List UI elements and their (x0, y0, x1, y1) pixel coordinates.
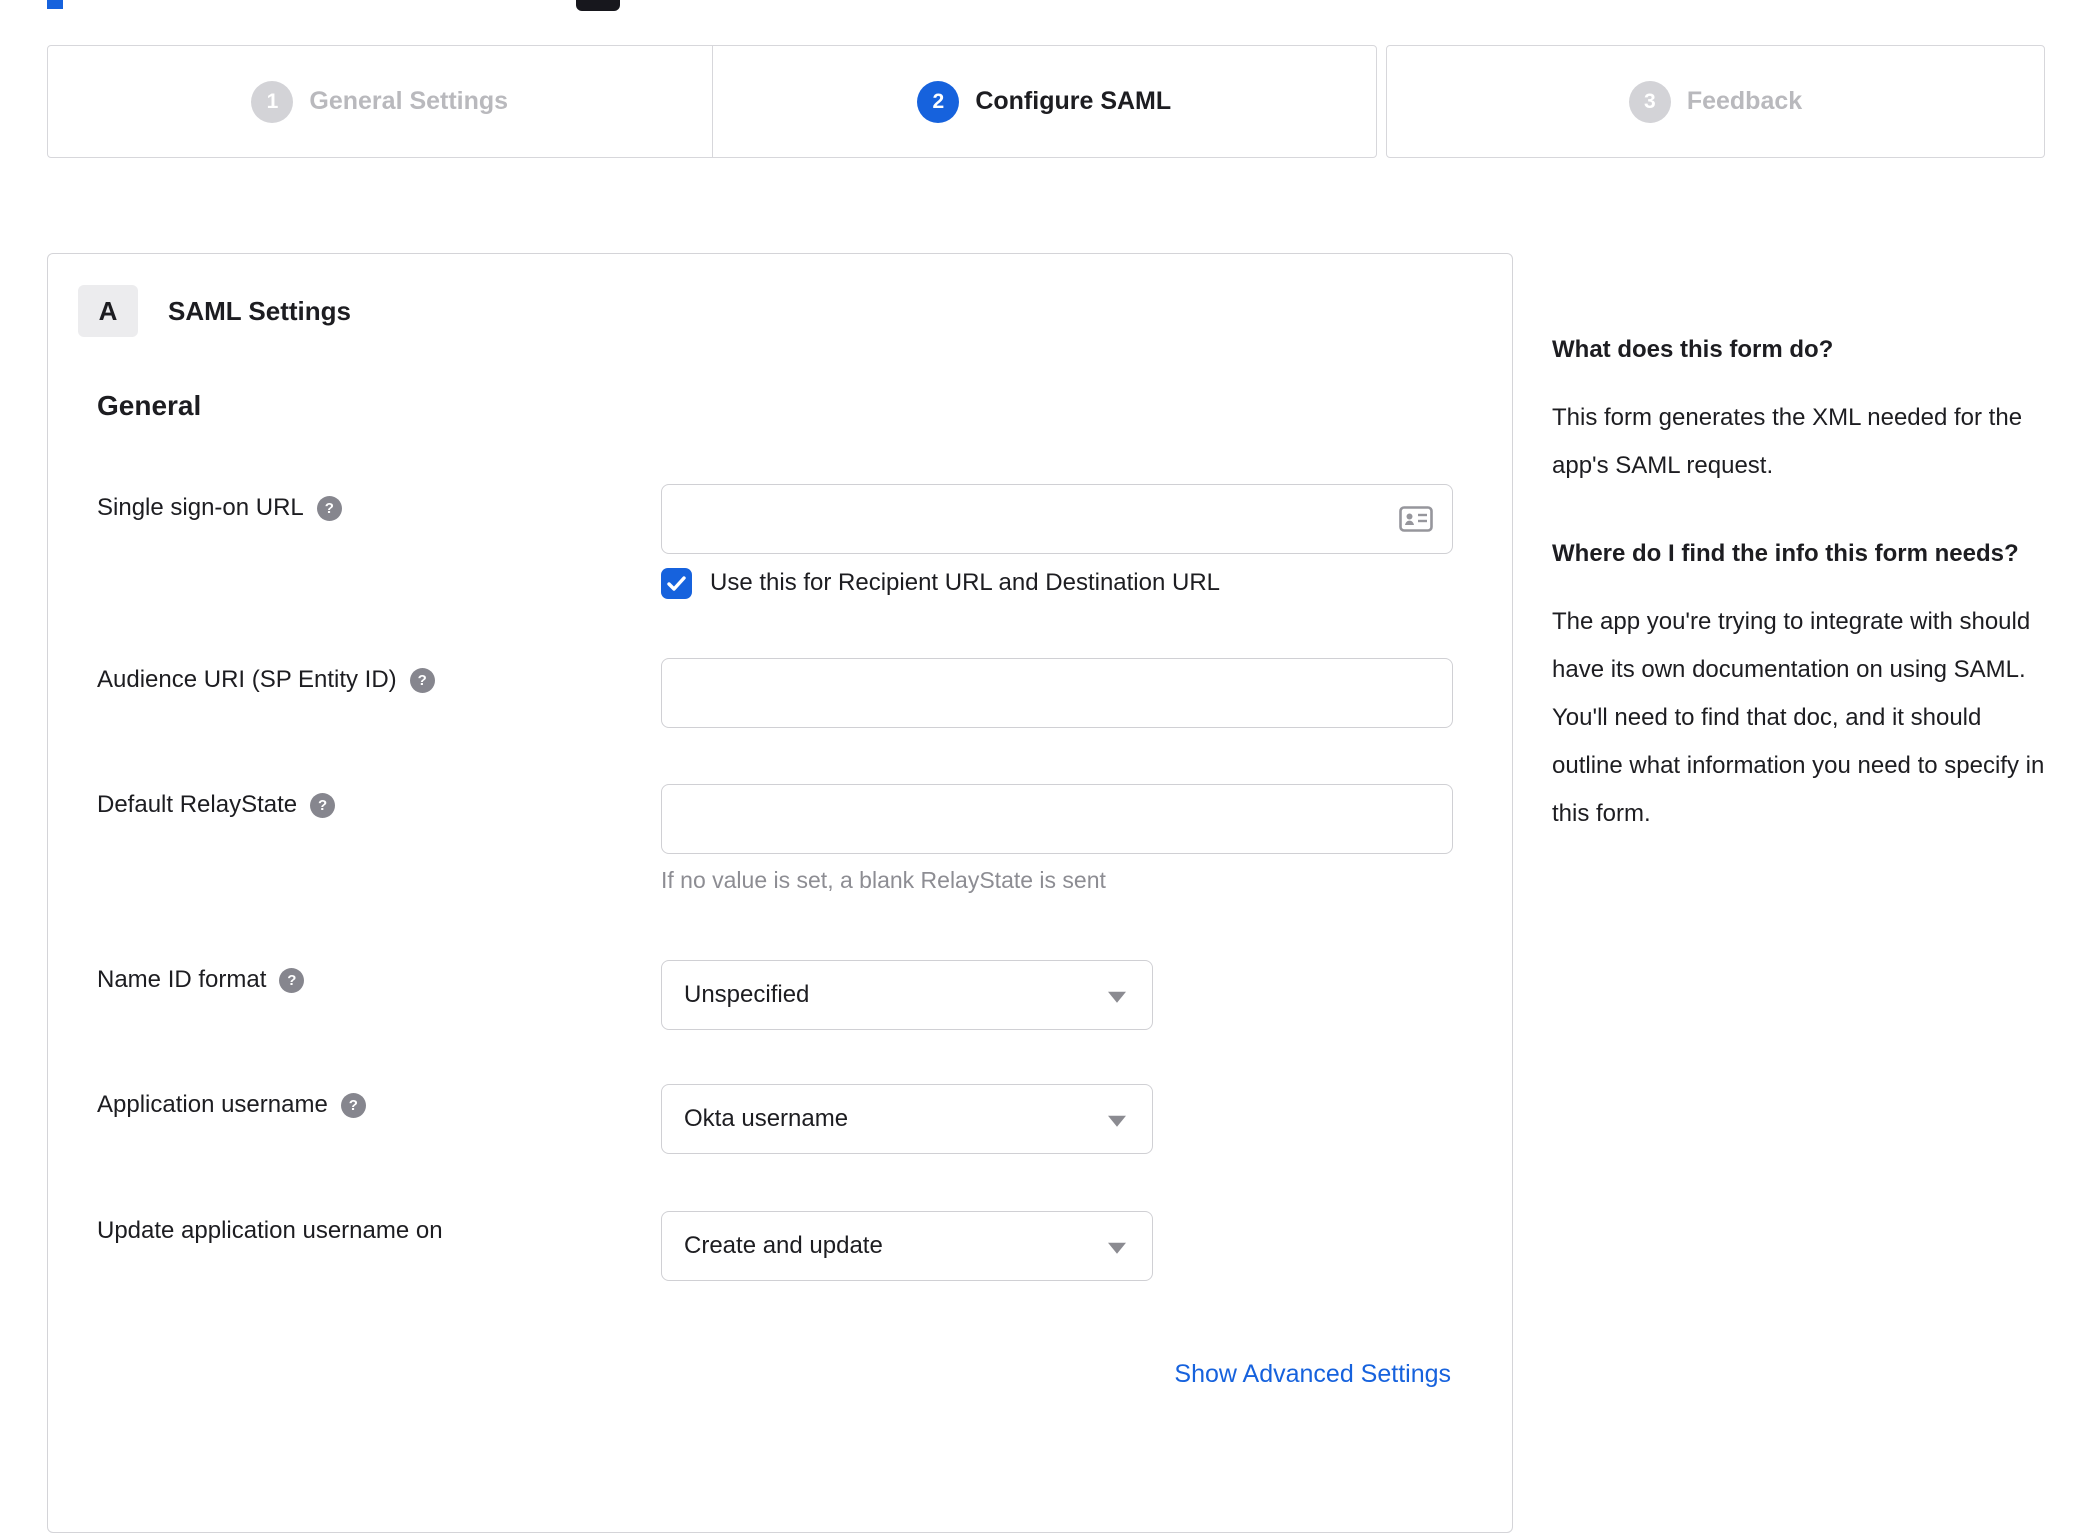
app-username-select[interactable]: Okta username (661, 1084, 1153, 1154)
step-1-label: General Settings (309, 87, 509, 115)
cropped-app-logo-fragment (576, 0, 620, 11)
help-answer-2: The app you're trying to integrate with … (1552, 608, 2045, 827)
help-answer-1: This form generates the XML needed for t… (1552, 404, 2023, 479)
app-username-value: Okta username (684, 1105, 849, 1132)
name-id-format-label: Name ID format ? (97, 964, 305, 996)
panel-title: SAML Settings (168, 295, 351, 326)
help-icon[interactable]: ? (310, 792, 336, 818)
saml-settings-panel: A SAML Settings General Single sign-on U… (47, 253, 1513, 1533)
name-id-format-label-text: Name ID format (97, 966, 267, 993)
section-a-badge: A (78, 285, 138, 337)
app-username-label: Application username ? (97, 1089, 366, 1121)
name-id-format-value: Unspecified (684, 981, 810, 1008)
audience-uri-label: Audience URI (SP Entity ID) ? (97, 664, 435, 696)
sso-url-input-wrap (661, 484, 1453, 554)
step-3-circle: 3 (1628, 80, 1671, 123)
recipient-url-checkbox-label: Use this for Recipient URL and Destinati… (710, 569, 1221, 596)
help-sidebar: What does this form do? This form genera… (1552, 330, 2050, 882)
relay-state-label: Default RelayState ? (97, 789, 336, 821)
audience-uri-label-text: Audience URI (SP Entity ID) (97, 666, 397, 693)
help-icon[interactable]: ? (340, 1092, 366, 1118)
sso-recipient-checkbox-row: Use this for Recipient URL and Destinati… (661, 566, 1220, 600)
help-icon[interactable]: ? (316, 495, 342, 521)
help-question-2: Where do I find the info this form needs… (1552, 540, 2019, 567)
step-2-label: Configure SAML (975, 87, 1172, 115)
help-icon[interactable]: ? (409, 667, 435, 693)
app-username-label-text: Application username (97, 1091, 328, 1118)
chevron-down-icon (1108, 1115, 1126, 1127)
relay-state-hint: If no value is set, a blank RelayState i… (661, 867, 1106, 893)
step-general-settings[interactable]: 1 General Settings (48, 46, 712, 157)
cropped-header-link-fragment (47, 0, 63, 9)
chevron-down-icon (1108, 991, 1126, 1003)
update-username-select[interactable]: Create and update (661, 1211, 1153, 1281)
general-section-heading: General (97, 390, 202, 421)
show-advanced-settings-link[interactable]: Show Advanced Settings (1174, 1360, 1451, 1389)
sso-url-label: Single sign-on URL ? (97, 492, 342, 524)
chevron-down-icon (1108, 1242, 1126, 1254)
update-username-label-text: Update application username on (97, 1217, 443, 1244)
help-question-1: What does this form do? (1552, 336, 1834, 363)
relay-state-label-text: Default RelayState (97, 791, 298, 818)
stepper-group-right: 3 Feedback (1386, 45, 2045, 158)
step-3-label: Feedback (1686, 87, 1803, 115)
sso-url-input[interactable] (661, 484, 1453, 554)
checkmark-icon (667, 575, 686, 591)
relay-state-input[interactable] (661, 784, 1453, 854)
step-configure-saml[interactable]: 2 Configure SAML (711, 46, 1377, 157)
wizard-stepper: 1 General Settings 2 Configure SAML 3 Fe… (47, 45, 2045, 158)
update-username-label: Update application username on (97, 1215, 443, 1247)
stepper-group-left: 1 General Settings 2 Configure SAML (47, 45, 1377, 158)
contact-card-icon[interactable] (1399, 506, 1433, 532)
step-1-circle: 1 (251, 80, 294, 123)
step-2-circle: 2 (917, 80, 960, 123)
sso-url-label-text: Single sign-on URL (97, 494, 304, 521)
step-feedback[interactable]: 3 Feedback (1387, 46, 2044, 157)
help-icon[interactable]: ? (279, 967, 305, 993)
recipient-url-checkbox[interactable] (661, 567, 692, 599)
name-id-format-select[interactable]: Unspecified (661, 960, 1153, 1030)
update-username-value: Create and update (684, 1232, 883, 1259)
audience-uri-input[interactable] (661, 658, 1453, 728)
